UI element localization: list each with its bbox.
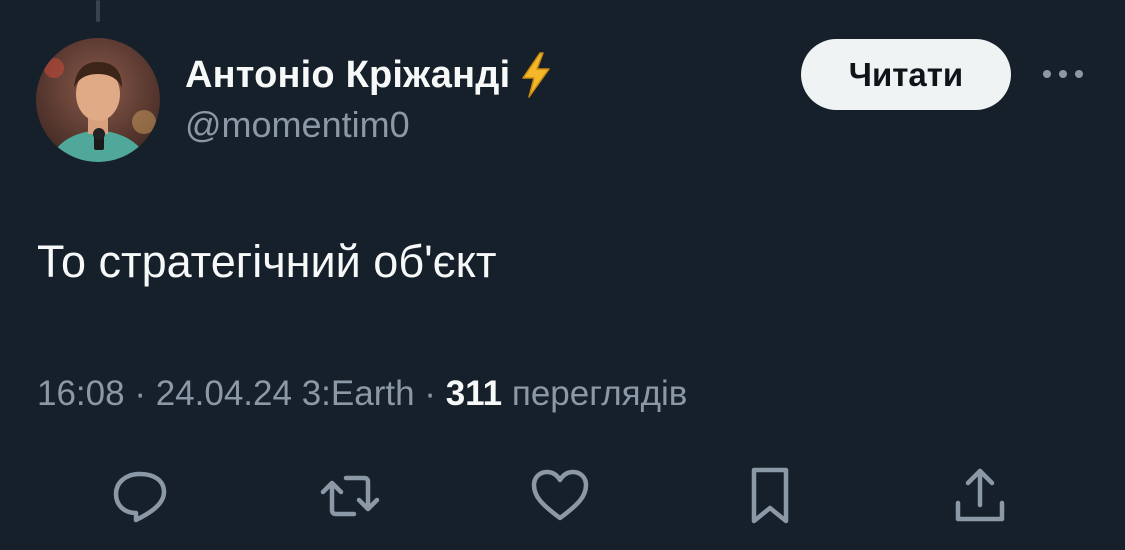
bookmark-icon xyxy=(751,467,789,524)
tweet-meta: 16:08 · 24.04.24 3:Earth · 311 перегляді… xyxy=(37,374,687,414)
views-count[interactable]: 311 xyxy=(446,374,502,413)
tweet-date[interactable]: 24.04.24 xyxy=(156,374,292,413)
reply-icon xyxy=(113,471,167,523)
tweet-source: 3:Earth xyxy=(301,374,415,413)
tweet-text: То стратегічний об'єкт xyxy=(37,236,497,287)
like-icon xyxy=(531,469,589,521)
thread-connector-line xyxy=(96,0,100,22)
follow-button[interactable]: Читати xyxy=(801,39,1011,110)
bookmark-button[interactable] xyxy=(738,464,802,528)
tweet-time[interactable]: 16:08 xyxy=(37,374,125,413)
reply-button[interactable] xyxy=(108,464,172,528)
meta-separator: · xyxy=(424,374,436,413)
share-button[interactable] xyxy=(948,464,1012,528)
views-label: переглядів xyxy=(511,374,688,413)
retweet-button[interactable] xyxy=(318,464,382,528)
lightning-bolt-icon xyxy=(522,52,551,98)
author-display-name[interactable]: Антоніо Кріжанді xyxy=(185,54,510,97)
like-button[interactable] xyxy=(528,464,592,528)
avatar[interactable] xyxy=(36,38,160,162)
share-icon xyxy=(955,468,1005,522)
author-handle[interactable]: @momentim0 xyxy=(185,104,410,146)
meta-separator: · xyxy=(134,374,146,413)
retweet-icon xyxy=(320,475,380,517)
more-horizontal-icon[interactable] xyxy=(1040,62,1086,86)
